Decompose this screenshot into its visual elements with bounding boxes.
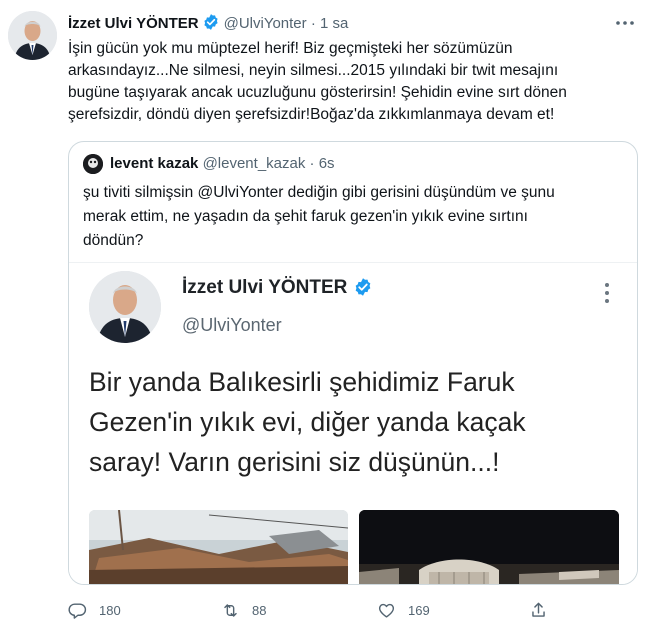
screenshot-author-name: İzzet Ulvi YÖNTER — [182, 277, 373, 303]
reply-icon — [68, 602, 87, 619]
reply-count: 180 — [99, 602, 121, 618]
tweet-timestamp[interactable]: 1 sa — [320, 15, 348, 32]
quote-author-name[interactable]: levent kazak — [110, 155, 198, 172]
tweet-actions: 180 88 169 — [68, 598, 588, 622]
author-handle[interactable]: @UlviYonter — [224, 15, 307, 32]
quote-author-handle[interactable]: @levent_kazak — [203, 155, 306, 172]
screenshot-name-text: İzzet Ulvi YÖNTER — [182, 277, 348, 298]
quote-text: şu tiviti silmişsin @UlviYonter dediğin … — [83, 184, 555, 249]
screenshot-avatar — [89, 271, 161, 343]
quote-attached-image[interactable]: İzzet Ulvi YÖNTER @UlviYonter Bir yanda … — [69, 262, 637, 584]
author-avatar[interactable] — [8, 11, 57, 60]
like-button[interactable]: 169 — [377, 598, 430, 622]
ruined-house-photo — [89, 510, 348, 584]
reply-button[interactable]: 180 — [68, 598, 121, 622]
quoted-tweet[interactable]: levent kazak @levent_kazak · 6s şu tivit… — [68, 141, 638, 585]
like-count: 169 — [408, 602, 430, 618]
like-icon — [378, 603, 395, 618]
tweet[interactable]: İzzet Ulvi YÖNTER @UlviYonter · 1 sa İşin… — [0, 0, 650, 632]
tweet-header: İzzet Ulvi YÖNTER @UlviYonter · 1 sa — [68, 13, 348, 37]
retweet-icon — [224, 603, 237, 617]
quote-header: levent kazak @levent_kazak · 6s — [110, 154, 335, 174]
share-icon — [532, 602, 545, 617]
quote-timestamp[interactable]: 6s — [319, 155, 335, 172]
retweet-count: 88 — [252, 602, 267, 618]
author-name[interactable]: İzzet Ulvi YÖNTER — [68, 15, 199, 32]
header-separator: · — [310, 15, 316, 32]
palace-photo — [359, 510, 619, 584]
retweet-button[interactable]: 88 — [221, 598, 266, 622]
screenshot-author-handle: @UlviYonter — [182, 315, 282, 335]
quote-separator: · — [309, 155, 315, 172]
more-dots-icon — [603, 281, 611, 305]
share-button[interactable] — [529, 598, 548, 622]
more-options-button[interactable] — [614, 12, 636, 34]
verified-badge-icon — [353, 277, 373, 303]
more-dots-icon — [616, 21, 634, 25]
quote-author-avatar[interactable] — [83, 154, 103, 174]
screenshot-tweet-text: Bir yanda Balıkesirli şehidimiz Faruk Ge… — [89, 367, 526, 477]
tweet-text: İşin gücün yok mu müptezel herif! Biz ge… — [68, 40, 567, 123]
verified-badge-icon — [202, 13, 220, 37]
